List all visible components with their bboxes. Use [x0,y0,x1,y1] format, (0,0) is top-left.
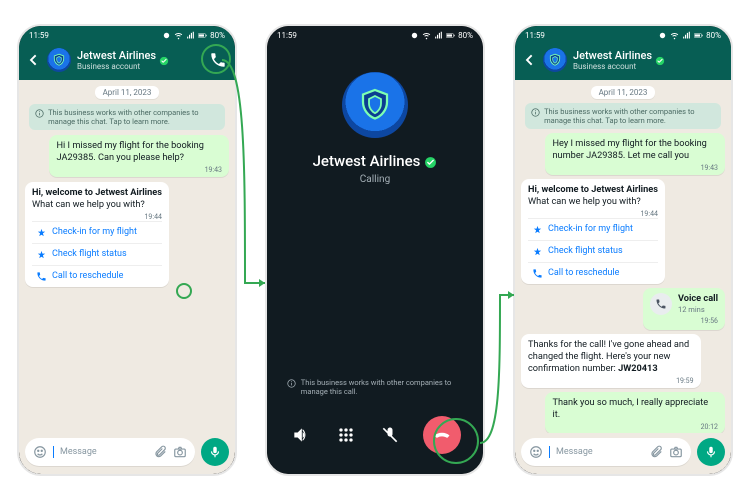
phone-chat-after: 11:59 80% Jetwest Airlines [513,24,733,476]
notification-dot-icon [658,31,667,40]
outgoing-message[interactable]: Hi I missed my flight for the booking JA… [49,135,229,177]
battery-pct: 80% [706,31,721,40]
menu-option-checkin[interactable]: Check-in for my flight [32,221,162,243]
verified-badge-icon [424,155,437,168]
call-system-notice: This business works with other companies… [287,378,463,396]
battery-icon [198,31,207,40]
chat-title: Jetwest Airlines [573,49,652,62]
status-time: 11:59 [277,31,297,40]
chat-body: April 11, 2023 This business works with … [19,80,235,433]
notification-dot-icon [162,31,171,40]
signal-icon [682,31,691,40]
keypad-button[interactable] [334,423,358,447]
menu-option-status[interactable]: Check flight status [528,240,658,262]
menu-option-call[interactable]: Call to reschedule [32,265,162,287]
status-time: 11:59 [29,31,49,40]
attach-icon[interactable] [649,445,663,459]
wifi-icon [422,31,431,40]
back-icon[interactable] [25,52,41,68]
status-time: 11:59 [525,31,545,40]
placeholder-text: Message [60,447,147,457]
chat-body: April 11, 2023 This business works with … [515,80,731,433]
chat-title: Jetwest Airlines [77,49,156,62]
wifi-icon [670,31,679,40]
menu-option-call[interactable]: Call to reschedule [528,262,658,284]
message-input[interactable]: Message [25,438,195,466]
composer: Message [19,433,235,474]
system-notice[interactable]: This business works with other companies… [525,103,721,129]
incoming-message[interactable]: Thanks for the call! I've gone ahead and… [521,334,701,388]
camera-icon[interactable] [173,445,187,459]
attach-icon[interactable] [153,445,167,459]
end-call-button[interactable] [423,416,461,454]
interactive-menu-message: Hi, welcome to Jetwest AirlinesWhat can … [521,179,665,284]
battery-icon [694,31,703,40]
emoji-icon[interactable] [33,445,47,459]
voice-call-log[interactable]: Voice call 12 mins 19:56 [643,288,725,330]
interactive-menu-message: Hi, welcome to Jetwest AirlinesWhat can … [25,182,169,287]
status-bar: 11:59 80% [19,26,235,44]
voice-call-button[interactable] [209,51,227,69]
phone-chat-before: 11:59 80% Jetwest Airlines [17,24,237,476]
avatar[interactable] [47,48,71,72]
placeholder-text: Message [556,447,643,457]
call-screen: Jetwest Airlines Calling This business w… [267,44,483,474]
outgoing-message[interactable]: Hey I missed my flight for the booking n… [545,133,725,175]
signal-icon [186,31,195,40]
emoji-icon[interactable] [529,445,543,459]
mute-button[interactable] [378,423,402,447]
verified-badge-icon [655,51,665,61]
phone-calling: 11:59 80% Jetwest Airlines Calling [265,24,485,476]
date-chip: April 11, 2023 [591,86,656,99]
call-duration: 12 mins [678,305,718,314]
call-status: Calling [360,174,390,185]
chat-header: Jetwest Airlines Business account [515,44,731,80]
verified-badge-icon [159,51,169,61]
system-notice[interactable]: This business works with other companies… [29,104,225,130]
message-input[interactable]: Message [521,438,691,466]
text-cursor [53,446,54,458]
text-cursor [549,446,550,458]
outgoing-message[interactable]: Thank you so much, I really appreciate i… [545,392,725,433]
signal-icon [434,31,443,40]
call-avatar [342,72,408,138]
call-contact-name: Jetwest Airlines [313,152,438,170]
avatar[interactable] [543,48,567,72]
phone-icon [650,293,672,315]
status-bar: 11:59 80% [515,26,731,44]
composer: Message [515,433,731,474]
speaker-button[interactable] [289,423,313,447]
call-controls [277,410,473,464]
battery-pct: 80% [458,31,473,40]
menu-option-status[interactable]: Check flight status [32,243,162,265]
chat-header: Jetwest Airlines Business account [19,44,235,80]
date-chip: April 11, 2023 [95,86,160,99]
notification-dot-icon [410,31,419,40]
wifi-icon [174,31,183,40]
mic-button[interactable] [697,438,725,466]
mic-button[interactable] [201,438,229,466]
menu-option-checkin[interactable]: Check-in for my flight [528,218,658,240]
status-bar: 11:59 80% [267,26,483,44]
chat-subtitle: Business account [573,62,723,71]
battery-pct: 80% [210,31,225,40]
chat-subtitle: Business account [77,62,203,71]
battery-icon [446,31,455,40]
back-icon[interactable] [521,52,537,68]
camera-icon[interactable] [669,445,683,459]
